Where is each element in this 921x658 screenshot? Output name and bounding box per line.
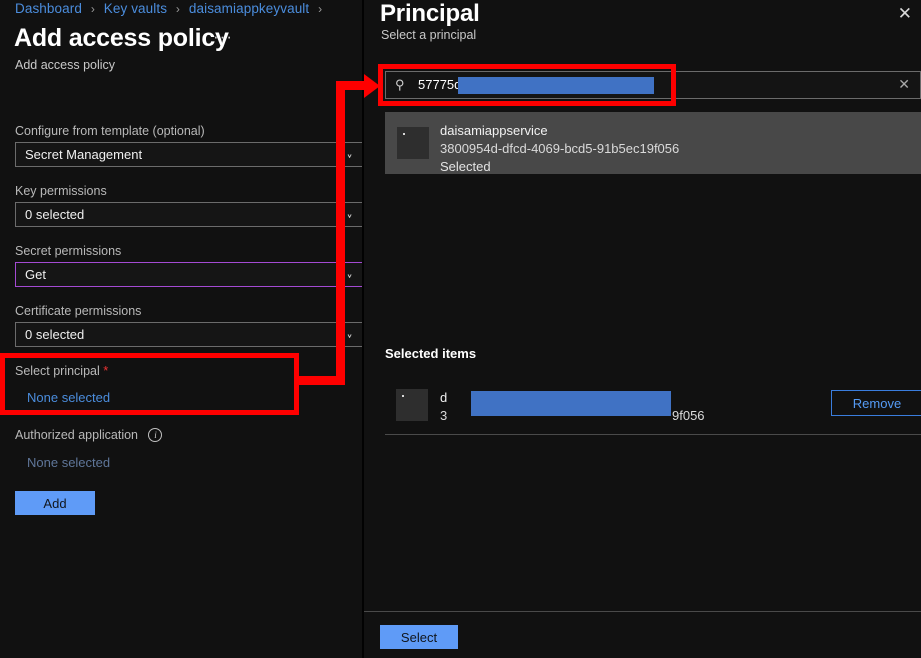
dropdown-value-key-permissions: 0 selected bbox=[25, 207, 85, 222]
search-input[interactable]: ⚲ 57775dc ✕ bbox=[385, 71, 921, 99]
required-asterisk: * bbox=[103, 363, 109, 378]
chevron-down-icon: ⌄ bbox=[345, 265, 354, 283]
label-secret-permissions: Secret permissions bbox=[15, 244, 122, 258]
chevron-down-icon: ⌄ bbox=[345, 145, 354, 163]
principal-blade: Principal Select a principal ✕ ⚲ 57775dc… bbox=[364, 0, 921, 658]
label-select-principal-text: Select principal bbox=[15, 364, 100, 378]
dropdown-value-certificate-permissions: 0 selected bbox=[25, 327, 85, 342]
selected-item-id-prefix: 3 bbox=[440, 408, 448, 423]
result-id: 3800954d-dfcd-4069-bcd5-91b5ec19f056 bbox=[440, 141, 680, 156]
authorized-application-value[interactable]: None selected bbox=[27, 455, 110, 470]
breadcrumb-item-key-vaults[interactable]: Key vaults bbox=[104, 1, 167, 16]
clear-search-icon[interactable]: ✕ bbox=[898, 77, 910, 93]
dropdown-configure-from-template[interactable]: Secret Management ⌄ bbox=[15, 142, 362, 167]
dropdown-secret-permissions[interactable]: Get ⌄ bbox=[15, 262, 362, 287]
breadcrumb-item-dashboard[interactable]: Dashboard bbox=[15, 1, 82, 16]
principal-title: Principal bbox=[380, 0, 480, 27]
chevron-down-icon: ⌄ bbox=[345, 325, 354, 343]
select-principal-value[interactable]: None selected bbox=[27, 390, 110, 405]
page-subtitle: Add access policy bbox=[15, 58, 116, 72]
select-button[interactable]: Select bbox=[380, 625, 458, 649]
app-service-icon bbox=[397, 127, 429, 159]
label-key-permissions: Key permissions bbox=[15, 184, 107, 198]
breadcrumb: Dashboard › Key vaults › daisamiappkeyva… bbox=[15, 1, 327, 16]
selected-items-heading: Selected items bbox=[385, 346, 477, 361]
selected-item-name: d bbox=[440, 390, 448, 405]
principal-subtitle: Select a principal bbox=[381, 28, 477, 42]
list-item[interactable]: daisamiappservice 3800954d-dfcd-4069-bcd… bbox=[385, 112, 921, 174]
remove-button[interactable]: Remove bbox=[831, 390, 921, 416]
result-state: Selected bbox=[440, 159, 491, 174]
selected-item-id-suffix: 9f056 bbox=[672, 408, 705, 423]
selected-item-redaction-bar bbox=[471, 391, 671, 416]
dropdown-value-configure-from-template: Secret Management bbox=[25, 147, 143, 162]
more-options-button[interactable]: ··· bbox=[213, 27, 233, 47]
app-service-icon bbox=[396, 389, 428, 421]
label-select-principal: Select principal * bbox=[15, 363, 108, 378]
close-icon[interactable]: ✕ bbox=[898, 6, 912, 23]
breadcrumb-separator: › bbox=[318, 2, 323, 16]
label-certificate-permissions: Certificate permissions bbox=[15, 304, 142, 318]
dropdown-key-permissions[interactable]: 0 selected ⌄ bbox=[15, 202, 362, 227]
footer-divider bbox=[364, 611, 921, 612]
search-redaction-bar bbox=[458, 77, 654, 94]
dropdown-certificate-permissions[interactable]: 0 selected ⌄ bbox=[15, 322, 362, 347]
label-configure-from-template: Configure from template (optional) bbox=[15, 124, 205, 138]
selected-items-divider bbox=[385, 434, 921, 435]
label-authorized-application: Authorized application i bbox=[15, 428, 163, 442]
info-icon[interactable]: i bbox=[148, 428, 163, 442]
add-access-policy-panel: Dashboard › Key vaults › daisamiappkeyva… bbox=[0, 0, 362, 658]
search-icon: ⚲ bbox=[395, 77, 405, 92]
result-name: daisamiappservice bbox=[440, 123, 548, 138]
add-button[interactable]: Add bbox=[15, 491, 95, 515]
breadcrumb-item-daisamiappkeyvault[interactable]: daisamiappkeyvault bbox=[189, 1, 309, 16]
breadcrumb-separator: › bbox=[175, 2, 181, 16]
chevron-down-icon: ⌄ bbox=[345, 205, 354, 223]
label-authorized-application-text: Authorized application bbox=[15, 428, 138, 442]
page-title: Add access policy bbox=[14, 24, 229, 52]
breadcrumb-separator: › bbox=[90, 2, 95, 16]
dropdown-value-secret-permissions: Get bbox=[25, 267, 46, 282]
